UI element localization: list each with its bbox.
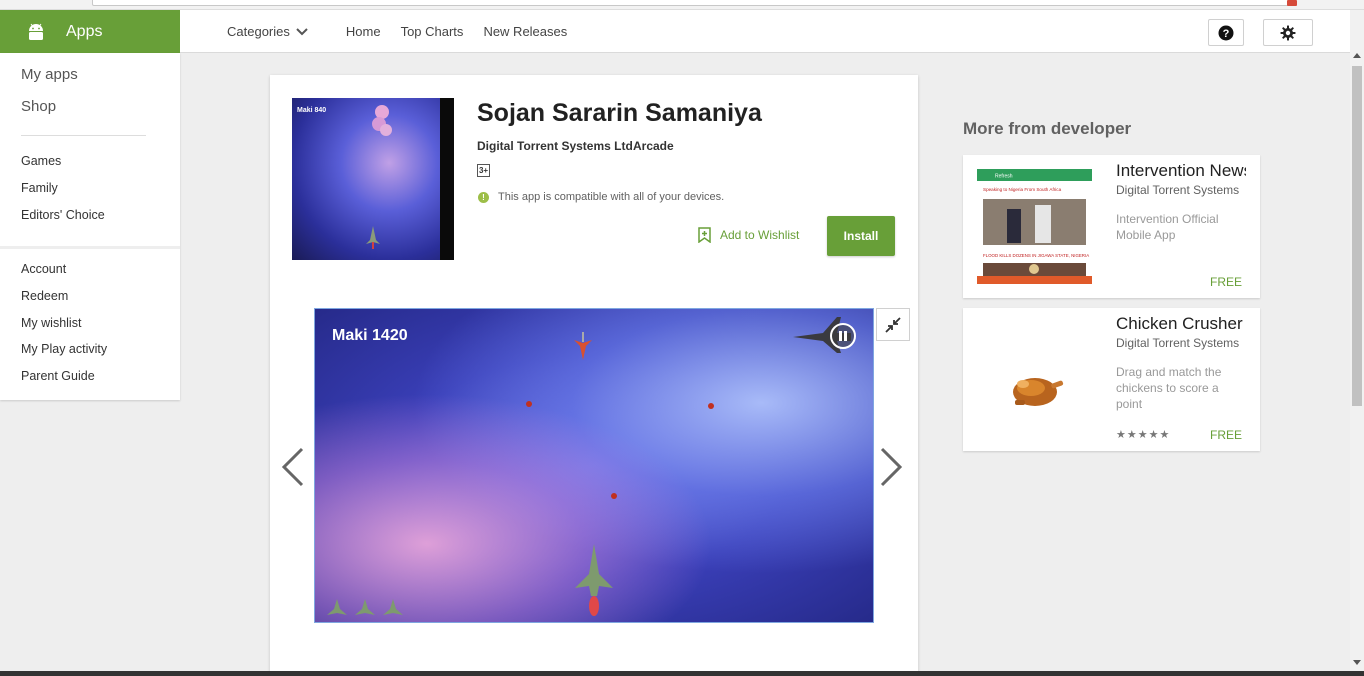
developer-app-card[interactable]: Chicken Crusher Digital Torrent Systems … <box>963 308 1260 451</box>
lives-icon <box>327 599 403 615</box>
install-button[interactable]: Install <box>827 216 895 256</box>
page-scrollbar[interactable] <box>1350 10 1364 676</box>
address-bar[interactable] <box>92 0 1294 6</box>
sidebar-item-my-wishlist[interactable]: My wishlist <box>21 316 81 330</box>
sidebar-item-my-play-activity[interactable]: My Play activity <box>21 342 107 356</box>
app-developer[interactable]: Digital Torrent Systems <box>1116 336 1239 350</box>
help-icon: ? <box>1218 25 1234 40</box>
sidebar-item-account[interactable]: Account <box>21 262 66 276</box>
notification-badge-icon <box>1287 0 1297 6</box>
enemy-ship-icon <box>574 332 592 360</box>
content-rating-badge: 3+ <box>477 164 490 177</box>
svg-text:?: ? <box>1223 28 1230 40</box>
developer-link[interactable]: Digital Torrent Systems Ltd <box>477 139 633 153</box>
sidebar-item-redeem[interactable]: Redeem <box>21 289 68 303</box>
chicken-icon <box>1013 378 1064 406</box>
collapse-icon <box>885 316 901 333</box>
categories-dropdown[interactable]: Categories <box>227 24 308 39</box>
developer-app-card[interactable]: Refresh Speaking to Nigeria From South A… <box>963 155 1260 298</box>
compatibility-note: ! This app is compatible with all of you… <box>478 191 724 203</box>
categories-label: Categories <box>227 24 290 39</box>
apps-brand[interactable]: Apps <box>0 10 180 53</box>
chevron-right-icon[interactable] <box>878 447 904 487</box>
sidebar-item-my-apps[interactable]: My apps <box>21 66 78 83</box>
enemy-bullet <box>611 493 617 499</box>
top-bar: Apps Categories Home Top Charts New Rele… <box>0 10 1350 53</box>
enemy-bullet <box>526 401 532 407</box>
app-title: Sojan Sararin Samaniya <box>477 99 762 127</box>
exit-fullscreen-button[interactable] <box>876 308 910 341</box>
settings-button[interactable] <box>1263 19 1313 46</box>
player-ship-icon <box>575 544 613 616</box>
game-score-label: Maki <box>332 327 368 344</box>
app-thumbnail: Refresh Speaking to Nigeria From South A… <box>977 169 1092 284</box>
scroll-down-icon[interactable] <box>1353 660 1361 665</box>
sidebar-item-family[interactable]: Family <box>21 181 58 195</box>
sidebar: My apps Shop Games Family Editors' Choic… <box>0 53 180 400</box>
help-button[interactable]: ? <box>1208 19 1244 46</box>
app-icon-side-bar <box>440 98 454 260</box>
star-rating: ★★★★★ <box>1116 429 1171 441</box>
app-details-card: Maki 840 Sojan Sararin Samaniya Digital … <box>270 75 918 676</box>
chevron-down-icon <box>296 27 308 35</box>
app-description: Drag and match the chickens to score a p… <box>1116 365 1222 411</box>
sidebar-separator <box>0 246 180 249</box>
sidebar-item-shop[interactable]: Shop <box>21 98 56 115</box>
wishlist-label: Add to Wishlist <box>720 228 800 242</box>
apps-label: Apps <box>66 22 103 40</box>
gear-icon <box>1280 25 1296 40</box>
os-taskbar <box>0 671 1364 676</box>
game-score: Maki 1420 <box>332 327 408 345</box>
sidebar-divider <box>21 135 146 136</box>
thumb-appbar-text: Refresh <box>995 174 1013 180</box>
info-icon: ! <box>478 191 489 203</box>
bookmark-add-icon <box>698 227 711 243</box>
android-icon <box>29 23 43 40</box>
price-label[interactable]: FREE <box>1210 428 1242 442</box>
app-icon: Maki 840 <box>292 98 454 260</box>
nav-new-releases[interactable]: New Releases <box>483 24 567 39</box>
genre-link[interactable]: Arcade <box>633 139 674 153</box>
player-ship-icon <box>366 226 380 249</box>
app-icon-score-text: Maki 840 <box>297 107 327 114</box>
price-label[interactable]: FREE <box>1210 275 1242 289</box>
scroll-up-icon[interactable] <box>1353 53 1361 58</box>
nav-top-charts[interactable]: Top Charts <box>401 24 464 39</box>
app-name[interactable]: Chicken Crusher <box>1116 314 1246 334</box>
chevron-left-icon[interactable] <box>280 447 306 487</box>
screenshot-viewer[interactable]: Maki 1420 <box>314 308 874 623</box>
more-from-developer-title: More from developer <box>963 119 1132 138</box>
app-name[interactable]: Intervention News <box>1116 161 1246 181</box>
add-to-wishlist-button[interactable]: Add to Wishlist <box>698 227 799 243</box>
sidebar-item-parent-guide[interactable]: Parent Guide <box>21 369 95 383</box>
browser-chrome <box>0 0 1364 10</box>
cloud-shape-icon <box>372 105 392 136</box>
sidebar-item-editors-choice[interactable]: Editors' Choice <box>21 208 105 222</box>
thumb-headline-1: Speaking to Nigeria From South Africa <box>983 187 1062 192</box>
nav-home[interactable]: Home <box>346 24 381 39</box>
compatibility-text: This app is compatible with all of your … <box>498 191 725 203</box>
top-nav: Categories Home Top Charts New Releases <box>227 10 587 53</box>
sidebar-item-games[interactable]: Games <box>21 154 61 168</box>
thumb-headline-2: FLOOD KILLS DOZENS IN JIGAWA STATE, NIGE… <box>983 253 1089 258</box>
scrollbar-thumb[interactable] <box>1352 66 1362 406</box>
game-score-value: 1420 <box>372 327 408 344</box>
enemy-bullet <box>708 403 714 409</box>
app-developer[interactable]: Digital Torrent Systems <box>1116 183 1239 197</box>
app-description: Intervention Official Mobile App <box>1116 212 1219 242</box>
pause-icon[interactable] <box>830 323 856 349</box>
